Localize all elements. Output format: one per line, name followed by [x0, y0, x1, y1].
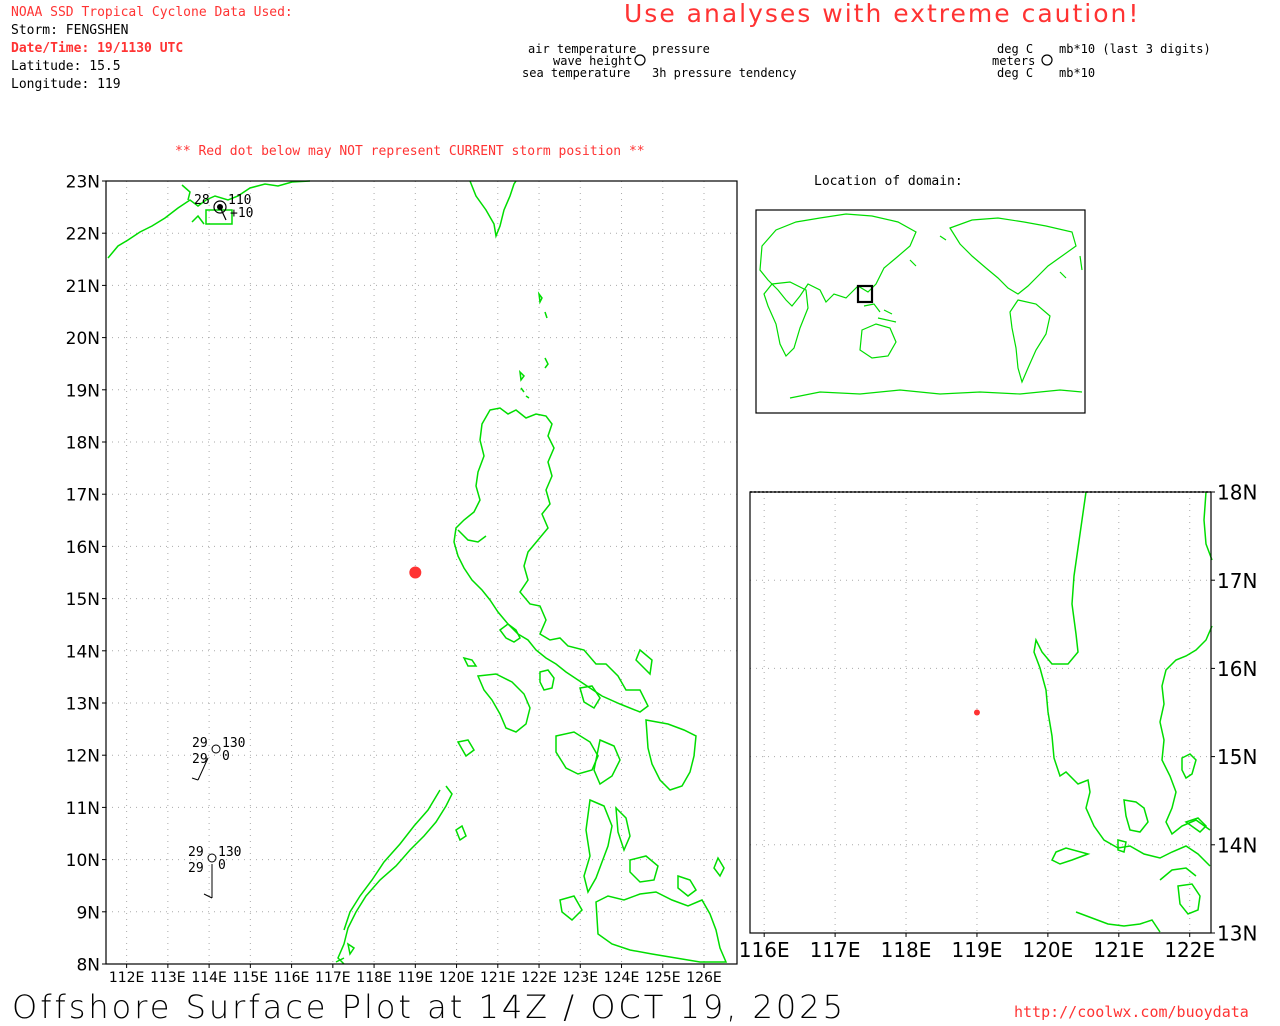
station-1-air-temp: 29: [192, 736, 208, 751]
map-canvas: 28 110 +10 29 130 29 0 29 130 29 0 23N22…: [66, 54, 1258, 986]
inset-frame: [755, 209, 1086, 414]
lat-tick-label: 15N: [66, 590, 100, 610]
station-plots: 28 110 +10 29 130 29 0 29 130 29 0: [188, 193, 253, 899]
lon-tick-label: 122E: [521, 970, 557, 986]
lat-tick-label: 13N: [1217, 922, 1257, 946]
lat-tick-label: 23N: [66, 172, 100, 192]
lat-tick-label: 20N: [66, 329, 100, 349]
zoom-storm-position-dot[interactable]: [973, 709, 980, 716]
zoom-coastline: [1033, 491, 1213, 933]
lon-tick-label: 120E: [1022, 938, 1073, 962]
lon-tick-label: 115E: [233, 970, 269, 986]
zoom-map: 18N17N16N15N14N13N 116E 117E 118E 119E 120E 1…: [739, 481, 1258, 962]
station-sea-2[interactable]: 29 130 29 0: [188, 845, 241, 899]
lat-tick-label: 14N: [1217, 833, 1257, 857]
legend-units-circle: [1041, 54, 1053, 66]
lat-tick-label: 21N: [66, 277, 100, 297]
lat-tick-label: 18N: [66, 433, 100, 453]
legend-station-circle: [634, 54, 646, 66]
lon-tick-label: 121E: [1093, 938, 1144, 962]
inset-world-map: [755, 209, 1086, 414]
lat-tick-label: 15N: [1217, 745, 1257, 769]
lat-tick-label: 19N: [66, 381, 100, 401]
lat-tick-label: 16N: [66, 538, 100, 558]
lon-tick-label: 119E: [398, 970, 434, 986]
main-map: 28 110 +10 29 130 29 0 29 130 29 0 23N22…: [66, 172, 738, 986]
lat-tick-label: 22N: [66, 225, 100, 245]
lat-tick-label: 17N: [66, 486, 100, 506]
lon-tick-label: 123E: [562, 970, 598, 986]
lon-tick-label: 118E: [356, 970, 392, 986]
lat-tick-label: 14N: [66, 642, 100, 662]
lon-tick-label: 114E: [191, 970, 227, 986]
lon-tick-label: 125E: [645, 970, 681, 986]
lon-tick-label: 117E: [315, 970, 351, 986]
lon-tick-label: 118E: [881, 938, 932, 962]
lat-tick-label: 16N: [1217, 657, 1257, 681]
station-1-sea-temp: 29: [192, 752, 208, 767]
zoom-lat-labels: 18N 17N 16N 15N 14N 13N: [1211, 481, 1257, 946]
lon-tick-label: 122E: [1164, 938, 1215, 962]
lat-tick-label: 8N: [76, 955, 100, 975]
storm-position-dot[interactable]: [409, 566, 422, 579]
lat-tick-label: 12N: [66, 747, 100, 767]
main-lon-labels: 112E 113E 114E 115E 116E 117E 118E 119E 120E 121E…: [109, 964, 722, 986]
lon-tick-label: 113E: [150, 970, 186, 986]
station-2-air-temp: 29: [188, 845, 204, 860]
station-hong-kong[interactable]: 28 110 +10: [194, 193, 253, 221]
station-hk-tendency: +10: [230, 206, 253, 221]
station-1-tendency: 0: [222, 749, 230, 764]
lat-tick-label: 10N: [66, 851, 100, 871]
lon-tick-label: 124E: [604, 970, 640, 986]
lat-tick-label: 13N: [66, 694, 100, 714]
zoom-map-frame: [749, 491, 1212, 934]
station-sea-1[interactable]: 29 130 29 0: [191, 736, 245, 781]
main-lat-labels: 23N 22N 21N 20N 19N 18N 17N 16N 15N 14N 13N 12N 11N 1…: [66, 172, 106, 975]
zoom-lon-labels: 116E 117E 118E 119E 120E 121E 122E: [739, 933, 1215, 962]
station-2-sea-temp: 29: [188, 861, 204, 876]
lat-tick-label: 18N: [1217, 481, 1257, 505]
lon-tick-label: 119E: [952, 938, 1003, 962]
lon-tick-label: 116E: [274, 970, 310, 986]
lon-tick-label: 121E: [480, 970, 516, 986]
lon-tick-label: 120E: [439, 970, 475, 986]
lon-tick-label: 126E: [686, 970, 722, 986]
lat-tick-label: 9N: [76, 903, 100, 923]
lat-tick-label: 17N: [1217, 569, 1257, 593]
lat-tick-label: 11N: [66, 799, 100, 819]
lon-tick-label: 116E: [739, 938, 790, 962]
station-2-tendency: 0: [218, 858, 226, 873]
lon-tick-label: 112E: [109, 970, 145, 986]
lon-tick-label: 117E: [810, 938, 861, 962]
zoom-grid: [750, 491, 1211, 934]
station-hk-air-temp: 28: [194, 193, 210, 208]
